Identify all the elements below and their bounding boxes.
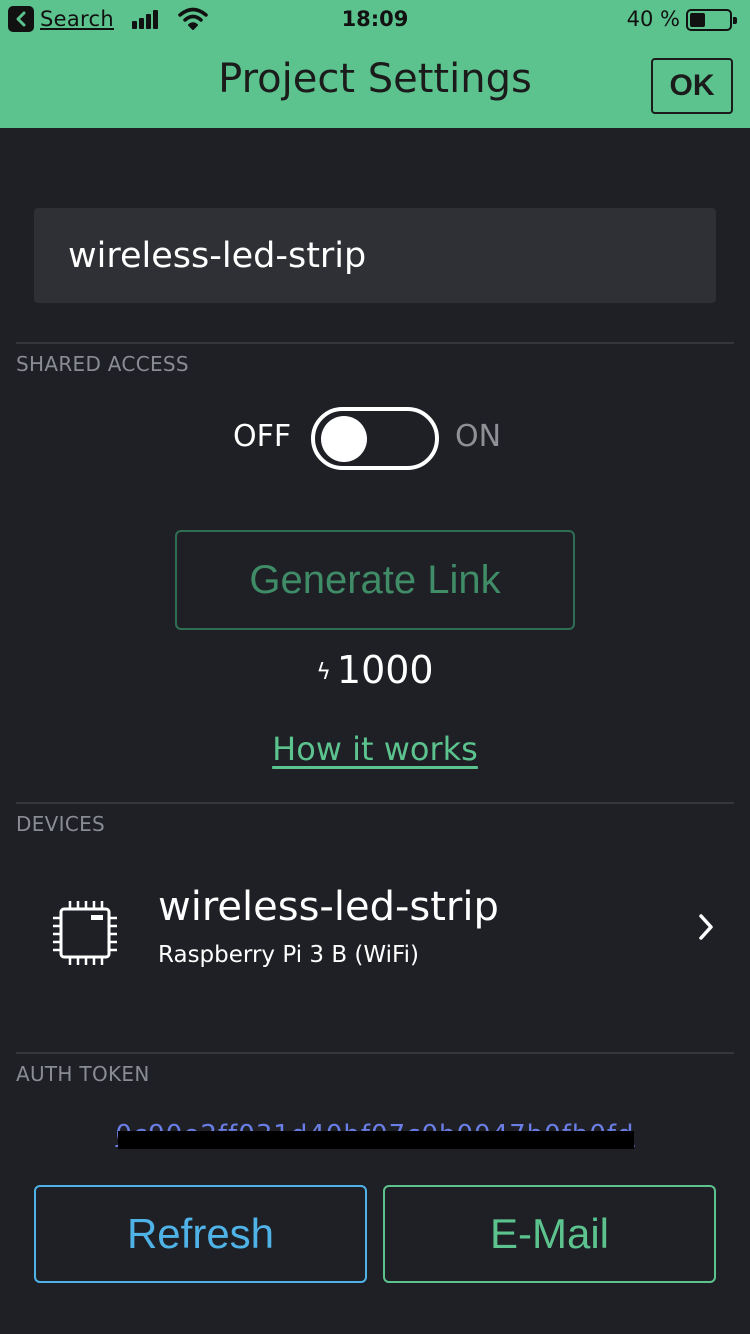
how-it-works-link[interactable]: How it works [272, 730, 478, 768]
project-name-field[interactable]: wireless-led-strip [34, 208, 716, 303]
shared-access-label: SHARED ACCESS [16, 352, 189, 376]
email-button[interactable]: E-Mail [383, 1185, 716, 1283]
energy-bolt-icon: ϟ [316, 660, 331, 685]
refresh-button[interactable]: Refresh [34, 1185, 367, 1283]
ok-button[interactable]: OK [651, 58, 733, 114]
header: Search 18:09 40 % Project Settings OK [0, 0, 750, 128]
battery-percentage: 40 % [626, 7, 680, 31]
battery-icon [686, 9, 737, 31]
toggle-on-label: ON [455, 419, 502, 454]
divider [16, 802, 734, 804]
toggle-knob [321, 416, 367, 462]
devices-label: DEVICES [16, 812, 106, 836]
energy-cost: ϟ 1000 [0, 648, 750, 692]
status-bar: Search 18:09 40 % [0, 0, 750, 40]
divider [16, 342, 734, 344]
project-settings-screen: Search 18:09 40 % Project Settings OK wi… [0, 0, 750, 1334]
generate-link-button[interactable]: Generate Link [175, 530, 575, 630]
device-type: Raspberry Pi 3 B (WiFi) [158, 942, 419, 968]
token-redaction-bar [118, 1131, 634, 1149]
shared-access-toggle[interactable] [311, 407, 439, 470]
device-list-item[interactable]: wireless-led-strip Raspberry Pi 3 B (WiF… [0, 860, 750, 1000]
divider [16, 1052, 734, 1054]
chip-icon [50, 898, 120, 968]
how-it-works-row: How it works [0, 730, 750, 768]
project-name-value: wireless-led-strip [68, 235, 367, 276]
auth-token-label: AUTH TOKEN [16, 1062, 150, 1086]
toggle-off-label: OFF [233, 419, 292, 454]
energy-value: 1000 [336, 648, 434, 692]
chevron-right-icon [696, 912, 716, 946]
device-name: wireless-led-strip [158, 884, 499, 930]
page-title: Project Settings [218, 56, 532, 102]
